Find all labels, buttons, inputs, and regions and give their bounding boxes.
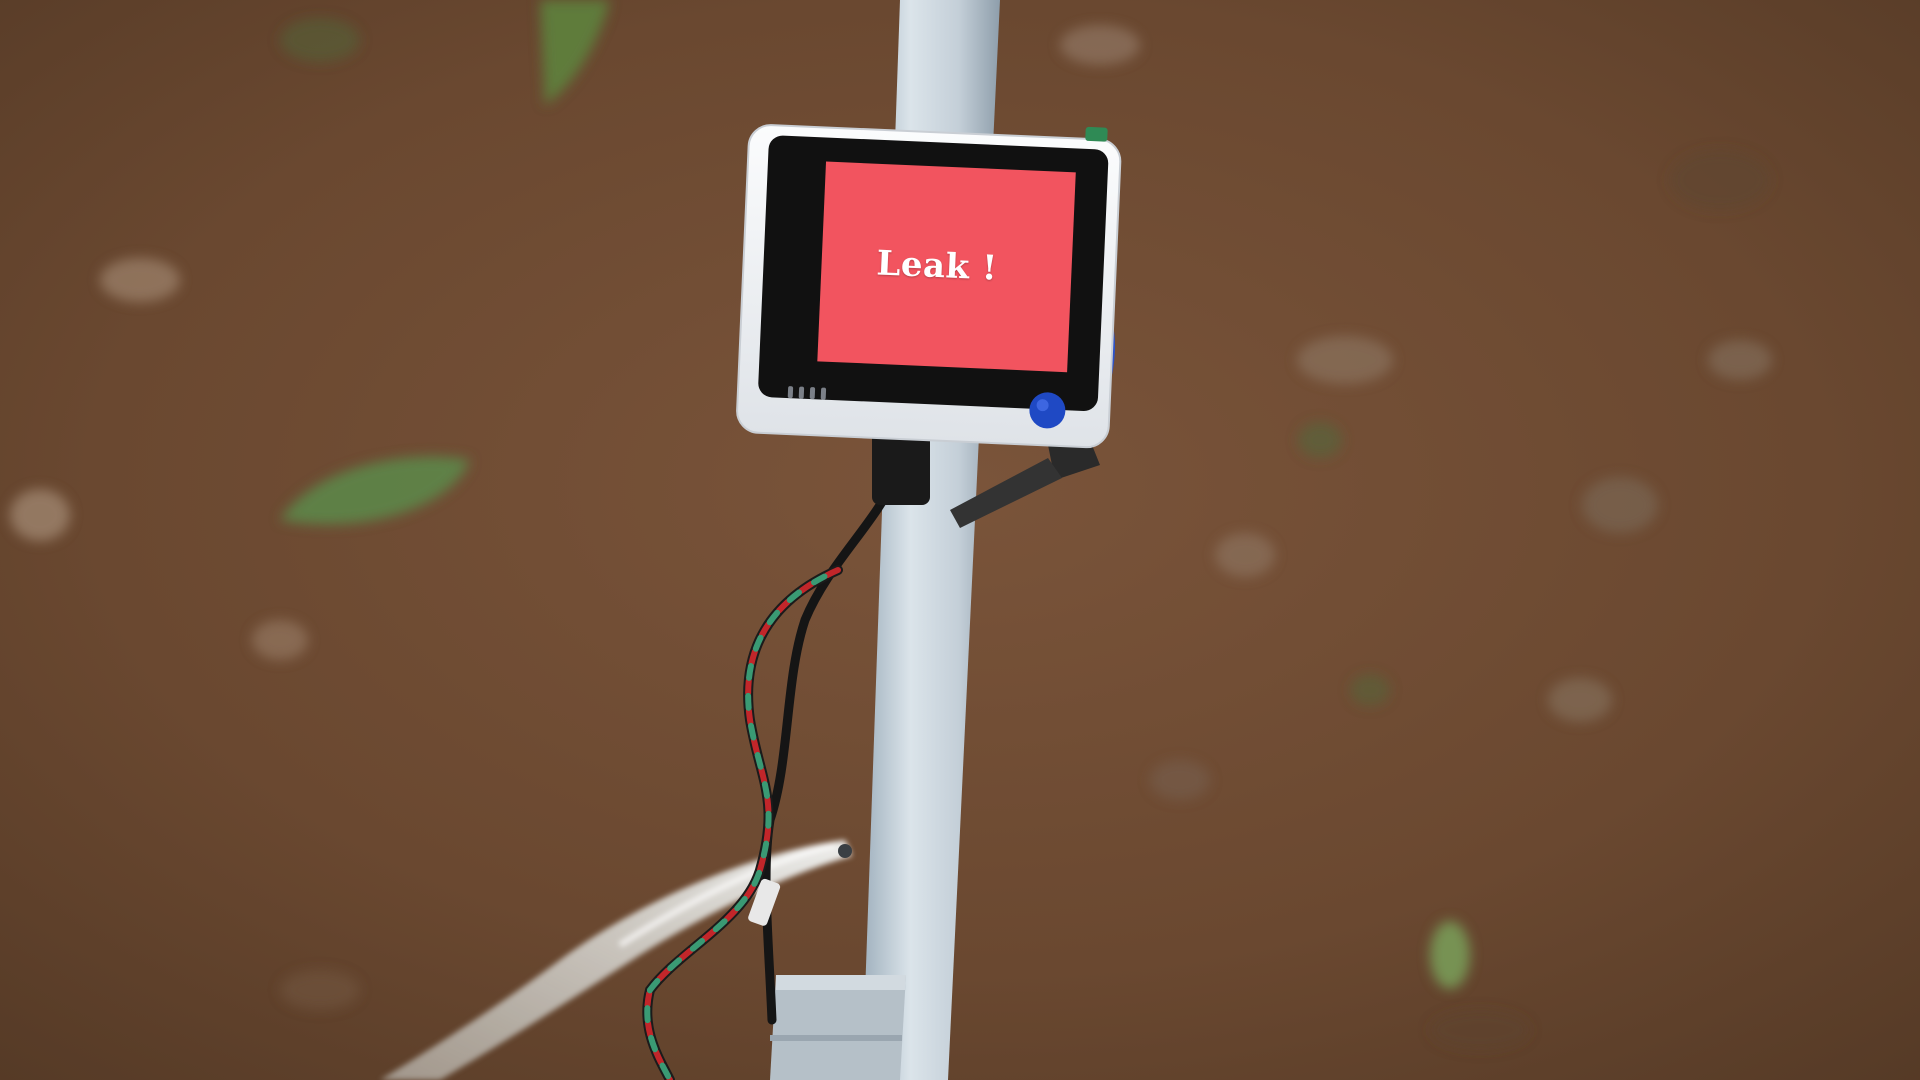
screen-leak-text: Leak ! — [875, 243, 999, 289]
scene-graphic — [0, 0, 1920, 1080]
pipe-hole — [838, 844, 852, 858]
photo-scene: Leak ! — [0, 0, 1920, 1080]
